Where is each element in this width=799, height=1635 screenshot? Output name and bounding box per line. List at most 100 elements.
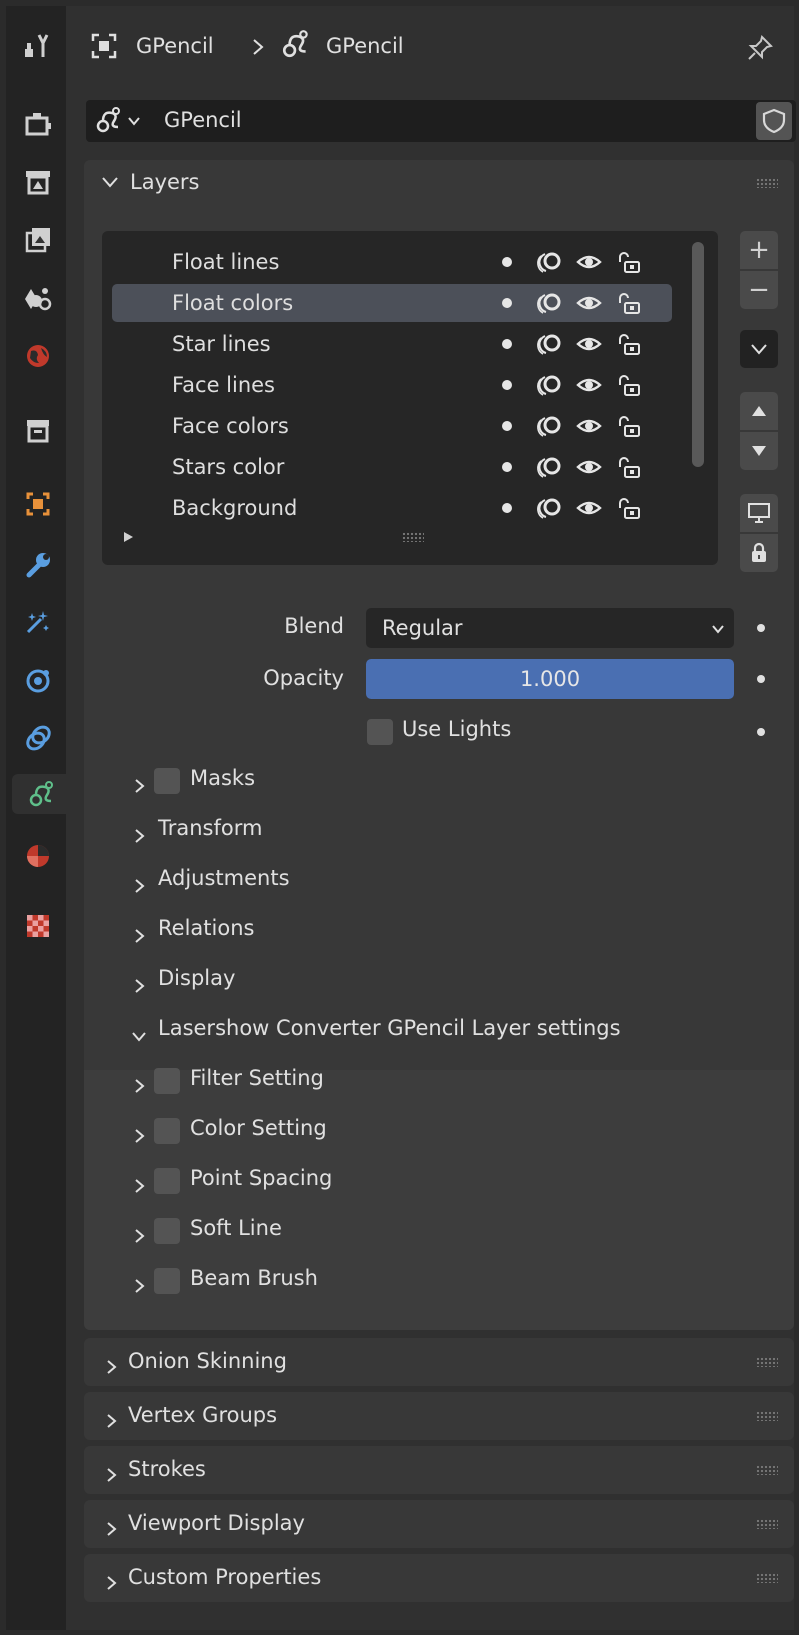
isolate-layer-viewport-button[interactable] <box>740 494 778 532</box>
use-lights-label[interactable]: Use Lights <box>402 717 511 741</box>
layer-specials-menu-button[interactable] <box>740 330 778 368</box>
modifier-tab-icon[interactable] <box>18 544 58 584</box>
adjustments-subpanel-label[interactable]: Adjustments <box>158 866 290 890</box>
masks-subpanel-label[interactable]: Masks <box>190 766 255 790</box>
isolate-layer-lock-button[interactable] <box>740 534 778 572</box>
layer-name[interactable]: Float lines <box>172 250 279 274</box>
onion-skin-icon[interactable] <box>536 495 562 521</box>
layer-row[interactable]: Face lines <box>112 366 672 404</box>
opacity-slider[interactable]: 1.000 <box>366 659 734 699</box>
soft-line-subpanel-label[interactable]: Soft Line <box>190 1216 282 1240</box>
onion-skin-icon[interactable] <box>536 413 562 439</box>
layer-row[interactable]: Float lines <box>112 243 672 281</box>
layers-panel-title[interactable]: Layers <box>130 170 200 194</box>
color-setting-subpanel-checkbox[interactable] <box>154 1118 180 1144</box>
world-tab-icon[interactable] <box>18 336 58 376</box>
panel-grip-icon[interactable] <box>756 1519 778 1529</box>
beam-brush-subpanel-label[interactable]: Beam Brush <box>190 1266 318 1290</box>
remove-layer-button[interactable]: − <box>740 271 778 309</box>
render-tab-icon[interactable] <box>18 104 58 144</box>
gpencil-data-icon[interactable] <box>94 105 124 135</box>
opacity-keyframe-dot-icon[interactable] <box>757 675 765 683</box>
eye-icon[interactable] <box>576 413 602 439</box>
unlock-icon[interactable] <box>616 331 642 357</box>
strokes-panel[interactable]: Strokes <box>84 1446 794 1494</box>
onion-skin-icon[interactable] <box>536 249 562 275</box>
layer-name[interactable]: Face lines <box>172 373 275 397</box>
layer-use-dot-icon[interactable] <box>494 331 520 357</box>
onion-skin-icon[interactable] <box>536 372 562 398</box>
layer-row[interactable]: Float colors <box>112 284 672 322</box>
physics-tab-icon[interactable] <box>18 660 58 700</box>
panel-grip-icon[interactable] <box>756 1357 778 1367</box>
move-layer-up-button[interactable] <box>740 392 778 430</box>
chevron-down-icon[interactable] <box>102 176 118 188</box>
point-spacing-subpanel-checkbox[interactable] <box>154 1168 180 1194</box>
beam-brush-subpanel-checkbox[interactable] <box>154 1268 180 1294</box>
eye-icon[interactable] <box>576 372 602 398</box>
unlock-icon[interactable] <box>616 249 642 275</box>
fake-user-button[interactable] <box>756 102 792 140</box>
layer-row[interactable]: Background <box>112 489 672 527</box>
onion-skin-icon[interactable] <box>536 454 562 480</box>
chevron-right-icon[interactable] <box>132 874 146 893</box>
move-layer-down-button[interactable] <box>740 432 778 470</box>
unlock-icon[interactable] <box>616 454 642 480</box>
chevron-right-icon[interactable] <box>104 1463 118 1482</box>
chevron-right-icon[interactable] <box>132 974 146 993</box>
vertex-groups-panel[interactable]: Vertex Groups <box>84 1392 794 1440</box>
onion-skinning-panel[interactable]: Onion Skinning <box>84 1338 794 1386</box>
custom-properties-panel-title[interactable]: Custom Properties <box>128 1565 321 1589</box>
masks-subpanel-checkbox[interactable] <box>154 768 180 794</box>
onion-skinning-panel-title[interactable]: Onion Skinning <box>128 1349 287 1373</box>
chevron-down-icon[interactable] <box>128 116 140 126</box>
view-layer-tab-icon[interactable] <box>18 220 58 260</box>
soft-line-subpanel-checkbox[interactable] <box>154 1218 180 1244</box>
object-tab-icon[interactable] <box>18 484 58 524</box>
eye-icon[interactable] <box>576 290 602 316</box>
chevron-right-icon[interactable] <box>104 1409 118 1428</box>
display-subpanel-label[interactable]: Display <box>158 966 235 990</box>
panel-grip-icon[interactable] <box>756 1573 778 1583</box>
gpencil-data-tab-icon[interactable] <box>12 774 72 814</box>
layer-use-dot-icon[interactable] <box>494 454 520 480</box>
collection-tab-icon[interactable] <box>18 410 58 450</box>
eye-icon[interactable] <box>576 331 602 357</box>
layer-use-dot-icon[interactable] <box>494 249 520 275</box>
layer-name[interactable]: Float colors <box>172 291 293 315</box>
add-layer-button[interactable]: + <box>740 231 778 269</box>
layer-name[interactable]: Face colors <box>172 414 289 438</box>
chevron-right-icon[interactable] <box>132 1174 146 1193</box>
eye-icon[interactable] <box>576 454 602 480</box>
filter-setting-subpanel-checkbox[interactable] <box>154 1068 180 1094</box>
panel-grip-icon[interactable] <box>756 1411 778 1421</box>
layer-use-dot-icon[interactable] <box>494 495 520 521</box>
scene-tab-icon[interactable] <box>18 278 58 318</box>
chevron-right-icon[interactable] <box>132 1274 146 1293</box>
panel-grip-icon[interactable] <box>756 178 778 188</box>
layer-name[interactable]: Star lines <box>172 332 271 356</box>
layer-row[interactable]: Stars color <box>112 448 672 486</box>
chevron-right-icon[interactable] <box>104 1517 118 1536</box>
unlock-icon[interactable] <box>616 495 642 521</box>
datablock-selector[interactable]: GPencil <box>86 100 796 142</box>
layer-name[interactable]: Background <box>172 496 297 520</box>
chevron-right-icon[interactable] <box>132 924 146 943</box>
chevron-right-icon[interactable] <box>132 774 146 793</box>
layer-row[interactable]: Star lines <box>112 325 672 363</box>
viewport-display-panel[interactable]: Viewport Display <box>84 1500 794 1548</box>
chevron-down-icon[interactable] <box>132 1024 146 1042</box>
unlock-icon[interactable] <box>616 413 642 439</box>
unlock-icon[interactable] <box>616 372 642 398</box>
output-tab-icon[interactable] <box>18 162 58 202</box>
expand-triangle-icon[interactable] <box>122 531 134 543</box>
layer-use-dot-icon[interactable] <box>494 290 520 316</box>
unlock-icon[interactable] <box>616 290 642 316</box>
shader-fx-tab-icon[interactable] <box>18 602 58 642</box>
chevron-right-icon[interactable] <box>104 1571 118 1590</box>
use-lights-checkbox[interactable] <box>367 719 393 745</box>
pin-icon[interactable] <box>746 34 774 62</box>
onion-skin-icon[interactable] <box>536 290 562 316</box>
chevron-right-icon[interactable] <box>132 824 146 843</box>
layer-use-dot-icon[interactable] <box>494 413 520 439</box>
